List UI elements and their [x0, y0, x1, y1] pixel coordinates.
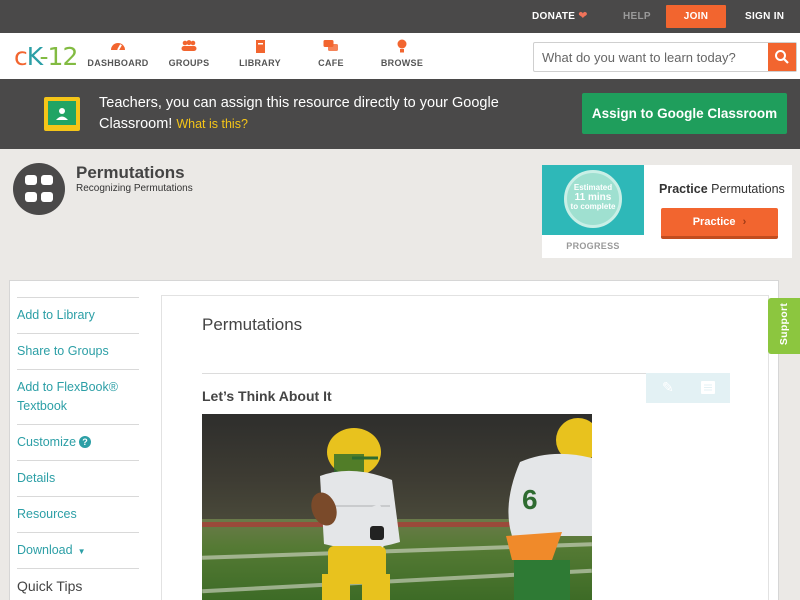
- support-tab[interactable]: Support: [768, 298, 800, 354]
- section-heading: Let’s Think About It: [202, 388, 332, 404]
- search-input[interactable]: [534, 43, 768, 71]
- browse-icon: [367, 39, 437, 57]
- cafe-icon: [296, 39, 366, 57]
- heart-icon: ❤: [578, 10, 588, 22]
- nav-dashboard[interactable]: DASHBOARD: [83, 39, 153, 68]
- help-link[interactable]: HELP: [623, 0, 651, 33]
- donate-link[interactable]: DONATE ❤: [532, 0, 588, 33]
- ck12-logo[interactable]: cK-12: [14, 42, 78, 71]
- players-illustration: 6: [311, 418, 592, 600]
- chevron-right-icon: ›: [742, 216, 747, 228]
- main-nav: cK-12 DASHBOARD GROUPS LIBRARY CAFE BROW…: [0, 33, 800, 79]
- concept-icon: [13, 163, 65, 215]
- nav-groups[interactable]: GROUPS: [154, 39, 224, 68]
- football-photo: 6: [202, 414, 592, 600]
- nav-cafe[interactable]: CAFE: [296, 39, 366, 68]
- groups-icon: [154, 39, 224, 57]
- pencil-icon[interactable]: ✎: [662, 379, 674, 396]
- assign-to-google-classroom-button[interactable]: Assign to Google Classroom: [582, 93, 787, 134]
- svg-text:6: 6: [522, 484, 538, 515]
- search-button[interactable]: [768, 43, 796, 71]
- sidebar: Add to Library Share to Groups Add to Fl…: [9, 280, 151, 600]
- page-subtitle: Recognizing Permutations: [76, 183, 193, 194]
- estimate-badge: Estimated 11 mins to complete: [542, 165, 644, 235]
- nav-library[interactable]: LIBRARY: [225, 39, 295, 68]
- sidebar-add-to-library[interactable]: Add to Library: [17, 297, 139, 333]
- sidebar-share-to-groups[interactable]: Share to Groups: [17, 333, 139, 369]
- search-box: [533, 42, 797, 72]
- practice-button[interactable]: Practice ›: [661, 208, 778, 239]
- top-bar: DONATE ❤ HELP JOIN SIGN IN: [0, 0, 800, 33]
- join-button[interactable]: JOIN: [666, 5, 726, 28]
- search-icon: [775, 50, 789, 64]
- dashboard-icon: [83, 39, 153, 57]
- library-icon: [225, 39, 295, 57]
- caret-down-icon: ▼: [77, 547, 86, 556]
- what-is-this-link[interactable]: What is this?: [176, 117, 248, 131]
- note-icon[interactable]: [701, 381, 715, 394]
- nav-browse[interactable]: BROWSE: [367, 39, 437, 68]
- sidebar-details[interactable]: Details: [17, 460, 139, 496]
- sidebar-add-to-flexbook[interactable]: Add to FlexBook® Textbook: [17, 369, 139, 424]
- content-title: Permutations: [202, 315, 303, 334]
- classroom-message: Teachers, you can assign this resource d…: [99, 95, 499, 132]
- sidebar-resources[interactable]: Resources: [17, 496, 139, 532]
- practice-title: Practice Permutations: [659, 182, 785, 196]
- help-icon[interactable]: ?: [79, 436, 92, 448]
- sign-in-link[interactable]: SIGN IN: [745, 0, 784, 33]
- practice-card: Estimated 11 mins to complete PROGRESS P…: [542, 165, 792, 258]
- sidebar-customize[interactable]: Customize?: [17, 424, 139, 460]
- annotation-tools: ✎: [646, 373, 730, 403]
- progress-label: PROGRESS: [566, 241, 620, 251]
- page-title: Permutations: [76, 163, 185, 182]
- google-classroom-icon: [44, 97, 80, 131]
- sidebar-quick-tips[interactable]: Quick Tips: [17, 568, 139, 594]
- sidebar-download[interactable]: Download ▼: [17, 532, 139, 568]
